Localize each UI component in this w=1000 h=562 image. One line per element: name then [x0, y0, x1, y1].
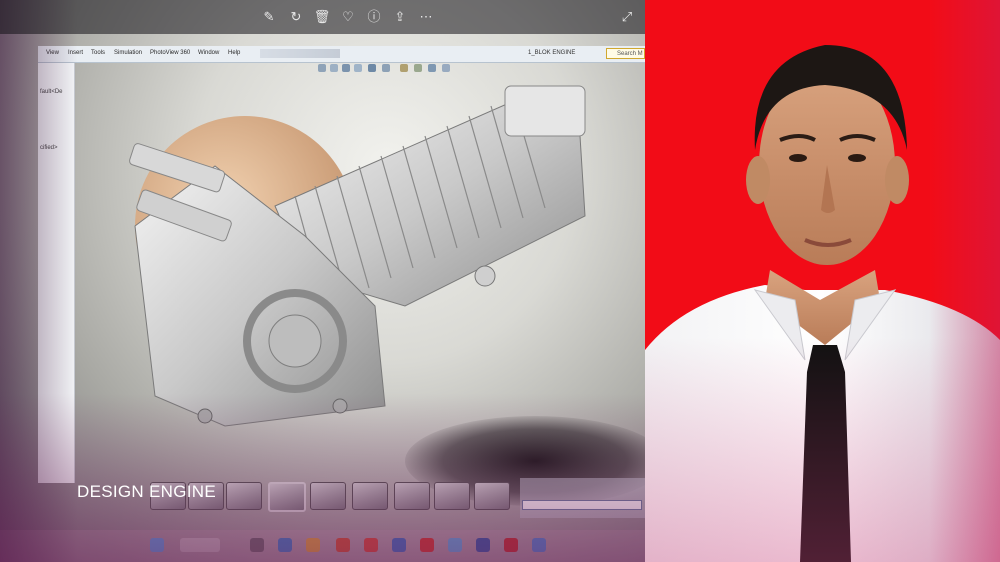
previous-view-icon[interactable]: [342, 64, 350, 72]
media-icon[interactable]: [504, 538, 518, 552]
share-icon[interactable]: ⇪: [391, 8, 409, 26]
caption-text: DESIGN ENGINE: [77, 482, 216, 501]
thumbnail[interactable]: [434, 482, 470, 510]
menu-simulation[interactable]: Simulation: [114, 50, 142, 56]
thumbnail-active[interactable]: [268, 482, 306, 512]
heads-up-view-toolbar: [310, 63, 500, 75]
more-icon[interactable]: ⋯: [417, 8, 435, 26]
thumbnail[interactable]: [474, 482, 510, 510]
hide-show-icon[interactable]: [400, 64, 408, 72]
bearing-bore: [268, 314, 322, 368]
menu-tools[interactable]: Tools: [91, 50, 105, 56]
office-icon[interactable]: [336, 538, 350, 552]
edit-icon[interactable]: ✎: [260, 8, 278, 26]
view-orientation-icon[interactable]: [368, 64, 376, 72]
black-tie: [800, 345, 851, 562]
solidworks-icon[interactable]: [420, 538, 434, 552]
left-ear: [746, 156, 770, 204]
portrait-photo: [645, 0, 1000, 562]
viewer-toolbar: ✎ ↻ 🗑 ♡ ⓘ ⇪ ⋯ ⤢: [0, 0, 645, 34]
zoom-area-icon[interactable]: [330, 64, 338, 72]
windows-taskbar: [0, 530, 645, 562]
cad-graphics-area[interactable]: [75, 76, 645, 506]
menu-photoview[interactable]: PhotoView 360: [150, 50, 190, 56]
view-settings-icon[interactable]: [442, 64, 450, 72]
pdf-icon[interactable]: [364, 538, 378, 552]
status-input[interactable]: [522, 500, 642, 510]
expand-icon[interactable]: ⤢: [618, 8, 636, 26]
menu-window[interactable]: Window: [198, 50, 219, 56]
cad-menu-bar: View Insert Tools Simulation PhotoView 3…: [38, 46, 645, 63]
left-eye: [789, 154, 807, 162]
section-view-icon[interactable]: [354, 64, 362, 72]
right-ear: [885, 156, 909, 204]
search-icon[interactable]: [180, 538, 220, 552]
thumbnail[interactable]: [394, 482, 430, 510]
bolt-hole: [332, 398, 348, 414]
tree-config-line[interactable]: fault<De: [40, 89, 63, 95]
edit-appearance-icon[interactable]: [414, 64, 422, 72]
app-icon[interactable]: [532, 538, 546, 552]
search-input[interactable]: Search M: [606, 48, 645, 59]
menu-view[interactable]: View: [46, 50, 59, 56]
task-view-icon[interactable]: [250, 538, 264, 552]
intake-port: [474, 265, 496, 287]
right-eye: [848, 154, 866, 162]
outlook-icon[interactable]: [476, 538, 490, 552]
cylinder-head: [504, 85, 586, 137]
person-portrait: [645, 45, 1000, 562]
tree-material-line[interactable]: cified>: [40, 145, 58, 151]
photo-viewer: View Insert Tools Simulation PhotoView 3…: [0, 0, 1000, 562]
standard-toolbar: [260, 49, 340, 58]
thumbnail[interactable]: [310, 482, 346, 510]
start-icon[interactable]: [150, 538, 164, 552]
scene-icon[interactable]: [428, 64, 436, 72]
cad-screen-capture: View Insert Tools Simulation PhotoView 3…: [0, 0, 645, 562]
file-explorer-icon[interactable]: [306, 538, 320, 552]
engine-block-model: [129, 85, 586, 427]
thumbnail[interactable]: [352, 482, 388, 510]
document-title: 1_BLOK ENGINE: [528, 50, 576, 56]
chrome-icon[interactable]: [448, 538, 462, 552]
word-icon[interactable]: [392, 538, 406, 552]
menu-insert[interactable]: Insert: [68, 50, 83, 56]
favorite-icon[interactable]: ♡: [339, 8, 357, 26]
status-panel: [520, 478, 645, 518]
delete-icon[interactable]: 🗑: [313, 8, 331, 26]
info-icon[interactable]: ⓘ: [365, 8, 383, 26]
menu-help[interactable]: Help: [228, 50, 240, 56]
display-style-icon[interactable]: [382, 64, 390, 72]
thumbnail[interactable]: [226, 482, 262, 510]
bolt-hole: [197, 408, 213, 424]
zoom-fit-icon[interactable]: [318, 64, 326, 72]
rotate-icon[interactable]: ↻: [287, 8, 305, 26]
feature-manager-tree: fault<De cified>: [38, 63, 75, 483]
edge-icon[interactable]: [278, 538, 292, 552]
